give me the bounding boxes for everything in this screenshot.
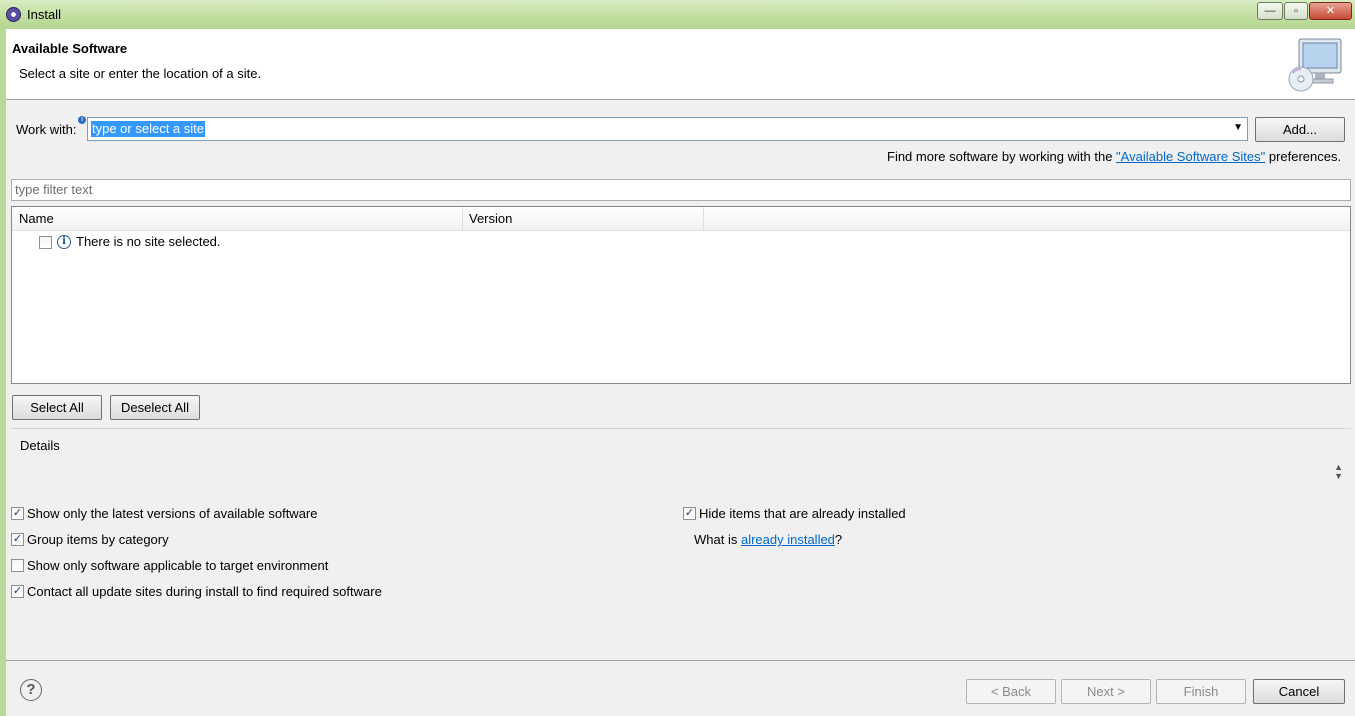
group-by-category-checkbox[interactable]: ✓ — [11, 533, 24, 546]
footer-separator — [6, 660, 1355, 661]
option-hide-installed[interactable]: ✓ Hide items that are already installed — [683, 506, 983, 524]
column-header-version[interactable]: Version — [469, 211, 512, 226]
what-is-suffix: ? — [834, 532, 843, 547]
info-icon: i — [57, 235, 71, 249]
next-button[interactable]: Next > — [1061, 679, 1151, 704]
select-all-button[interactable]: Select All — [12, 395, 102, 420]
deselect-all-button[interactable]: Deselect All — [110, 395, 200, 420]
eclipse-app-icon — [6, 7, 21, 22]
window-frame — [0, 29, 6, 716]
latest-versions-label: Show only the latest versions of availab… — [27, 506, 318, 521]
title-bar: Install — ▫ ✕ — [0, 0, 1355, 29]
close-button[interactable]: ✕ — [1309, 2, 1352, 20]
already-installed-link[interactable]: already installed — [741, 532, 835, 547]
option-contact-update-sites[interactable]: ✓ Contact all update sites during instal… — [11, 584, 461, 602]
work-with-combo[interactable]: type or select a site ▼ — [87, 117, 1248, 141]
add-site-button[interactable]: Add... — [1255, 117, 1345, 142]
chevron-down-icon[interactable]: ▼ — [1233, 122, 1243, 133]
find-more-prefix: Find more software by working with the — [887, 149, 1117, 164]
details-scroll-arrows[interactable]: ▲ ▼ — [1334, 463, 1343, 481]
column-divider[interactable] — [703, 207, 704, 230]
work-with-input[interactable]: type or select a site — [91, 121, 205, 137]
details-label: Details — [20, 438, 60, 453]
help-icon[interactable]: ? — [20, 679, 42, 701]
option-group-by-category[interactable]: ✓ Group items by category — [11, 532, 411, 550]
find-more-suffix: preferences. — [1265, 149, 1342, 164]
minimize-button[interactable]: — — [1257, 2, 1283, 20]
contact-update-sites-label: Contact all update sites during install … — [27, 584, 382, 599]
back-button[interactable]: < Back — [966, 679, 1056, 704]
available-software-sites-link[interactable]: "Available Software Sites" — [1116, 149, 1265, 164]
find-more-text: Find more software by working with the "… — [887, 149, 1341, 164]
table-header: Name Version — [12, 207, 1350, 231]
column-header-name[interactable]: Name — [19, 211, 54, 226]
info-decoration-icon: i — [78, 116, 86, 124]
install-software-icon — [1288, 38, 1342, 92]
software-table[interactable]: Name Version i There is no site selected… — [11, 206, 1351, 384]
row-checkbox[interactable] — [39, 236, 52, 249]
filter-input[interactable]: type filter text — [11, 179, 1351, 201]
hide-installed-checkbox[interactable]: ✓ — [683, 507, 696, 520]
what-is-installed-text: What is already installed? — [694, 532, 842, 547]
cancel-button[interactable]: Cancel — [1253, 679, 1345, 704]
window-title: Install — [27, 7, 61, 22]
page-title: Available Software — [12, 41, 128, 56]
column-divider[interactable] — [462, 207, 463, 230]
details-panel: Details ▲ ▼ — [11, 428, 1351, 498]
finish-button[interactable]: Finish — [1156, 679, 1246, 704]
table-row[interactable]: i There is no site selected. — [12, 232, 1350, 252]
wizard-header: Available Software Select a site or ente… — [6, 29, 1355, 100]
option-target-environment[interactable]: Show only software applicable to target … — [11, 558, 411, 576]
what-is-prefix: What is — [694, 532, 741, 547]
option-latest-versions[interactable]: ✓ Show only the latest versions of avail… — [11, 506, 411, 524]
maximize-button[interactable]: ▫ — [1284, 2, 1308, 20]
work-with-label: Work with: — [16, 122, 77, 137]
page-description: Select a site or enter the location of a… — [19, 66, 262, 81]
target-environment-checkbox[interactable] — [11, 559, 24, 572]
target-environment-label: Show only software applicable to target … — [27, 558, 329, 573]
latest-versions-checkbox[interactable]: ✓ — [11, 507, 24, 520]
contact-update-sites-checkbox[interactable]: ✓ — [11, 585, 24, 598]
group-by-category-label: Group items by category — [27, 532, 169, 547]
hide-installed-label: Hide items that are already installed — [699, 506, 906, 521]
row-label: There is no site selected. — [76, 234, 221, 249]
